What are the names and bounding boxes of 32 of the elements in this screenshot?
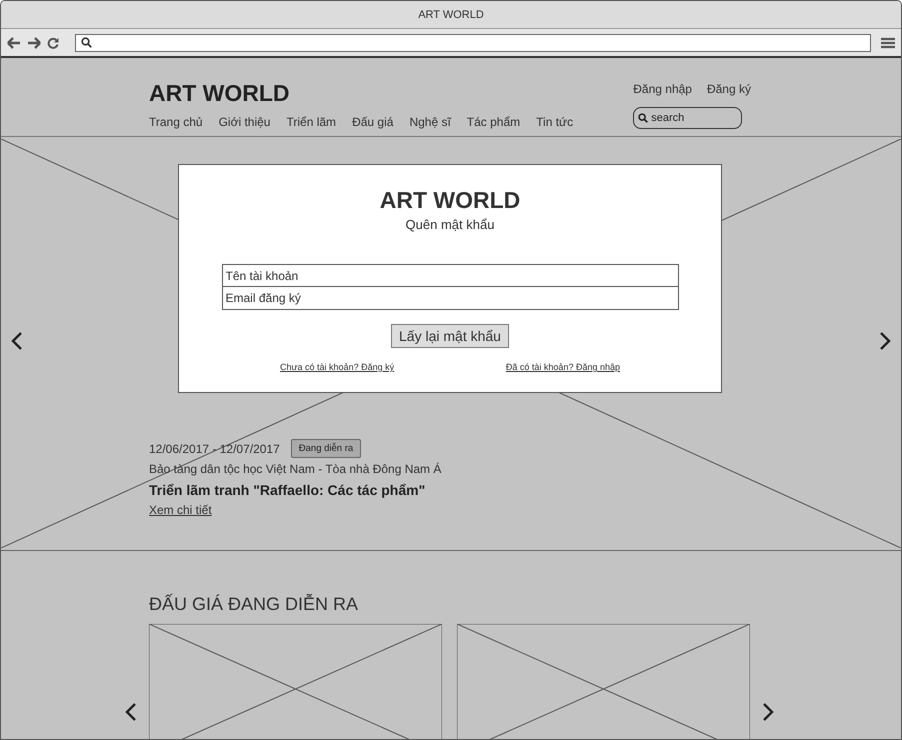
search-field[interactable]: search: [633, 107, 742, 129]
back-icon[interactable]: [7, 36, 21, 48]
account-link[interactable]: Đăng ký: [706, 82, 751, 96]
section-title: ĐẤU GIÁ ĐANG DIỄN RA: [149, 593, 360, 615]
site-logo[interactable]: ART WORLD: [149, 79, 574, 107]
reload-icon[interactable]: [47, 36, 59, 48]
search-icon: [81, 37, 92, 48]
status-tag: Đang diễn ra: [290, 439, 362, 458]
window-title: ART WORLD: [418, 8, 484, 20]
nav-link[interactable]: Nghệ sĩ: [409, 115, 451, 129]
input-field[interactable]: Email đăng ký: [222, 287, 678, 310]
menu-icon[interactable]: [881, 36, 895, 48]
forward-icon[interactable]: [27, 36, 41, 48]
nav-link[interactable]: Giới thiệu: [218, 115, 270, 129]
nav-link[interactable]: Trang chủ: [149, 115, 203, 129]
nav-link[interactable]: Tin tức: [536, 115, 574, 129]
details-link[interactable]: Xem chi tiết: [149, 503, 212, 517]
address-bar[interactable]: [75, 34, 871, 52]
account-link[interactable]: Chưa có tài khoản? Đăng ký: [280, 362, 394, 372]
account-link[interactable]: Đăng nhập: [633, 82, 692, 96]
event-title: Triển lãm tranh "Raffaello: Các tác phẩm": [149, 482, 426, 498]
nav-link[interactable]: Đấu giá: [352, 115, 394, 129]
nav-link[interactable]: Triển lãm: [286, 115, 336, 129]
nav-link[interactable]: Tác phẩm: [466, 115, 520, 129]
dialog-title: ART WORLD: [380, 186, 520, 214]
reset-password-button[interactable]: Lấy lại mật khẩu: [391, 324, 509, 348]
event-venue: Bảo tàng dân tộc học Việt Nam - Tòa nhà Đông Nam Á: [149, 462, 442, 476]
event-dates: 12/06/2017 - 12/07/2017: [149, 442, 280, 456]
input-field[interactable]: Tên tài khoản: [222, 264, 678, 287]
search-icon: [638, 113, 648, 123]
account-link[interactable]: Đã có tài khoản? Đăng nhập: [506, 362, 620, 372]
dialog-subtitle: Quên mật khẩu: [406, 217, 494, 232]
